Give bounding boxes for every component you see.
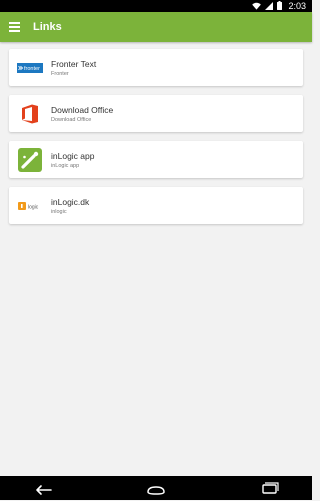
inlogic-logo-text: logic [28, 205, 39, 211]
link-title: Download Office [51, 105, 114, 115]
fronter-logo-text: fronter [24, 66, 40, 72]
link-card-inlogic-app[interactable]: inLogic app inLogic app [9, 141, 303, 178]
status-icons: 2:03 [252, 0, 306, 12]
fronter-logo: fronter [17, 55, 43, 81]
link-subtitle: inlogic [51, 209, 67, 215]
link-subtitle: inLogic app [51, 163, 80, 169]
navigation-bar [0, 476, 312, 500]
status-time: 2:03 [288, 1, 306, 11]
link-subtitle: Download Office [51, 117, 92, 123]
home-icon[interactable] [144, 480, 168, 496]
link-title: inLogic.dk [51, 197, 90, 207]
link-card-download-office[interactable]: Download Office Download Office [9, 95, 303, 132]
page-title: Links [33, 21, 62, 33]
office-logo [17, 101, 43, 127]
inlogic-app-logo [17, 147, 43, 173]
recents-icon[interactable] [258, 480, 282, 496]
link-card-inlogic-dk[interactable]: logic inLogic.dk inlogic [9, 187, 303, 224]
back-icon[interactable] [32, 480, 56, 496]
link-title: Fronter Text [51, 59, 97, 69]
link-title: inLogic app [51, 151, 95, 161]
link-subtitle: Fronter [51, 71, 69, 77]
menu-icon[interactable] [9, 21, 21, 33]
status-bar: 2:03 [0, 0, 312, 12]
links-list: fronter Fronter Text Fronter Download Of… [9, 49, 303, 233]
inlogic-logo: logic [17, 193, 43, 219]
link-card-fronter[interactable]: fronter Fronter Text Fronter [9, 49, 303, 86]
app-bar: Links [0, 12, 312, 42]
